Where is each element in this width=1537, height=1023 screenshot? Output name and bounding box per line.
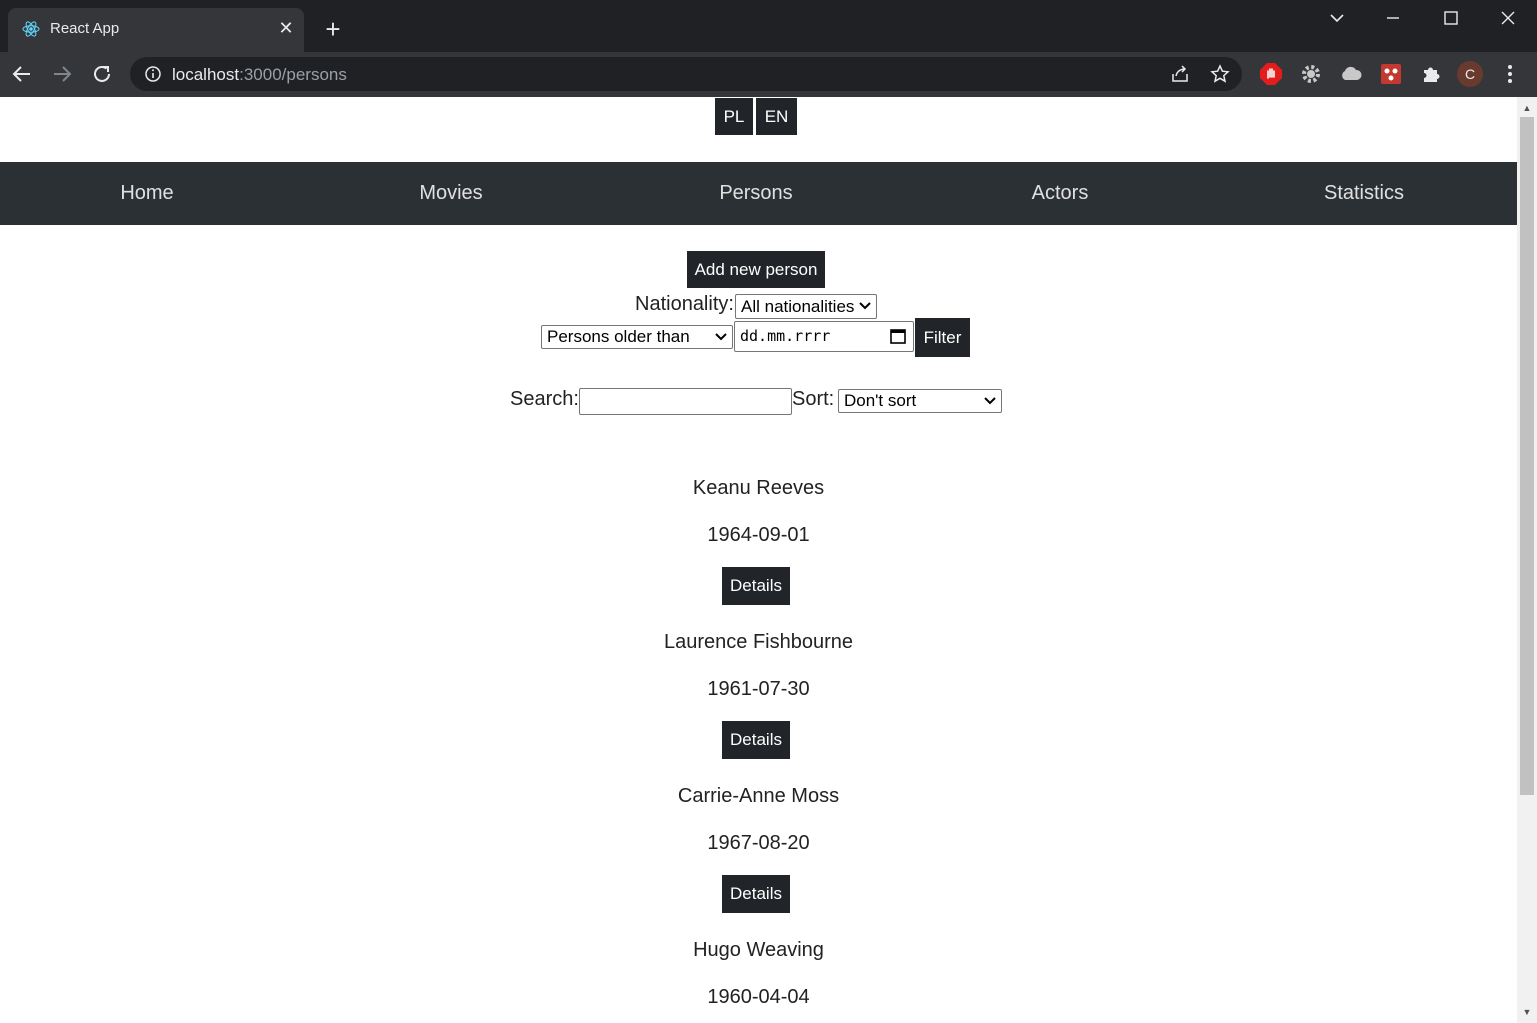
react-logo-icon bbox=[22, 21, 40, 37]
close-window-icon[interactable] bbox=[1488, 4, 1528, 32]
age-filter-select-value: Persons older than bbox=[547, 327, 690, 346]
page-scrollbar[interactable]: ▲ ▼ bbox=[1517, 97, 1537, 1023]
add-person-button[interactable]: Add new person bbox=[687, 251, 825, 288]
site-info-icon[interactable] bbox=[144, 65, 162, 83]
sort-select-value: Don't sort bbox=[844, 391, 917, 410]
date-input[interactable]: dd.mm.rrrr bbox=[734, 321, 914, 352]
nav-statistics[interactable]: Statistics bbox=[1214, 162, 1514, 225]
url-host: localhost bbox=[172, 65, 240, 84]
nav-home[interactable]: Home bbox=[0, 162, 297, 225]
nav-movies[interactable]: Movies bbox=[301, 162, 601, 225]
gear-extension-icon[interactable] bbox=[1299, 62, 1323, 86]
person-birth-date: 1964-09-01 bbox=[707, 524, 810, 546]
new-tab-icon[interactable]: + bbox=[320, 16, 346, 42]
person-name: Laurence Fishbourne bbox=[663, 631, 853, 653]
person-name: Carrie-Anne Moss bbox=[677, 785, 840, 807]
sort-select[interactable]: Don't sort bbox=[838, 389, 1002, 413]
scroll-up-arrow-icon[interactable]: ▲ bbox=[1522, 103, 1532, 113]
browser-tab[interactable]: React App ✕ bbox=[8, 8, 304, 52]
calendar-icon[interactable] bbox=[889, 327, 907, 345]
url-path: :3000/persons bbox=[239, 65, 347, 84]
scrollbar-thumb[interactable] bbox=[1520, 117, 1534, 795]
person-birth-date: 1967-08-20 bbox=[707, 832, 810, 854]
details-button[interactable]: Details bbox=[722, 875, 790, 913]
nationality-select-value: All nationalities bbox=[741, 297, 855, 316]
person-birth-date: 1961-07-30 bbox=[707, 678, 810, 700]
browser-tabbar: React App ✕ + bbox=[0, 0, 1537, 52]
extensions-puzzle-icon[interactable] bbox=[1419, 62, 1443, 86]
url-text: localhost:3000/persons bbox=[172, 65, 347, 85]
tab-title: React App bbox=[50, 20, 120, 37]
chevron-down-icon bbox=[984, 397, 996, 405]
maximize-icon[interactable] bbox=[1431, 4, 1471, 32]
scroll-down-arrow-icon[interactable]: ▼ bbox=[1522, 1007, 1532, 1017]
nav-persons[interactable]: Persons bbox=[606, 162, 906, 225]
person-name: Keanu Reeves bbox=[692, 477, 825, 499]
address-bar[interactable]: localhost:3000/persons bbox=[130, 57, 1242, 91]
back-arrow-icon[interactable] bbox=[10, 62, 34, 86]
reload-icon[interactable] bbox=[90, 62, 114, 86]
filter-button[interactable]: Filter bbox=[915, 318, 970, 357]
cloud-extension-icon[interactable] bbox=[1339, 62, 1363, 86]
main-navbar: Home Movies Persons Actors Statistics bbox=[0, 162, 1517, 225]
profile-avatar[interactable]: C bbox=[1457, 61, 1483, 87]
page-viewport: PL EN Home Movies Persons Actors Statist… bbox=[0, 97, 1517, 1023]
search-label: Search: bbox=[510, 388, 579, 410]
dev-extension-icon[interactable] bbox=[1379, 62, 1403, 86]
forward-arrow-icon[interactable] bbox=[50, 62, 74, 86]
person-birth-date: 1960-04-04 bbox=[707, 986, 810, 1008]
nationality-label: Nationality: bbox=[635, 293, 734, 315]
chevron-down-icon bbox=[715, 333, 727, 341]
tab-close-icon[interactable]: ✕ bbox=[276, 18, 296, 38]
minimize-icon[interactable] bbox=[1373, 4, 1413, 32]
chevron-down-icon bbox=[859, 302, 871, 310]
date-input-placeholder: dd.mm.rrrr bbox=[740, 327, 831, 345]
browser-menu-icon[interactable] bbox=[1500, 62, 1520, 86]
tab-search-icon[interactable] bbox=[1317, 4, 1357, 32]
lang-en-button[interactable]: EN bbox=[756, 98, 797, 135]
search-input[interactable] bbox=[579, 388, 792, 415]
person-name: Hugo Weaving bbox=[693, 939, 824, 961]
sort-label: Sort: bbox=[792, 388, 835, 410]
adblock-extension-icon[interactable] bbox=[1259, 62, 1283, 86]
share-icon[interactable] bbox=[1170, 64, 1190, 84]
nationality-select[interactable]: All nationalities bbox=[735, 294, 877, 319]
age-filter-select[interactable]: Persons older than bbox=[541, 325, 733, 349]
details-button[interactable]: Details bbox=[722, 567, 790, 605]
details-button[interactable]: Details bbox=[722, 721, 790, 759]
nav-actors[interactable]: Actors bbox=[910, 162, 1210, 225]
bookmark-star-icon[interactable] bbox=[1210, 64, 1230, 84]
browser-toolbar: localhost:3000/persons C bbox=[0, 52, 1537, 97]
lang-pl-button[interactable]: PL bbox=[715, 98, 753, 135]
